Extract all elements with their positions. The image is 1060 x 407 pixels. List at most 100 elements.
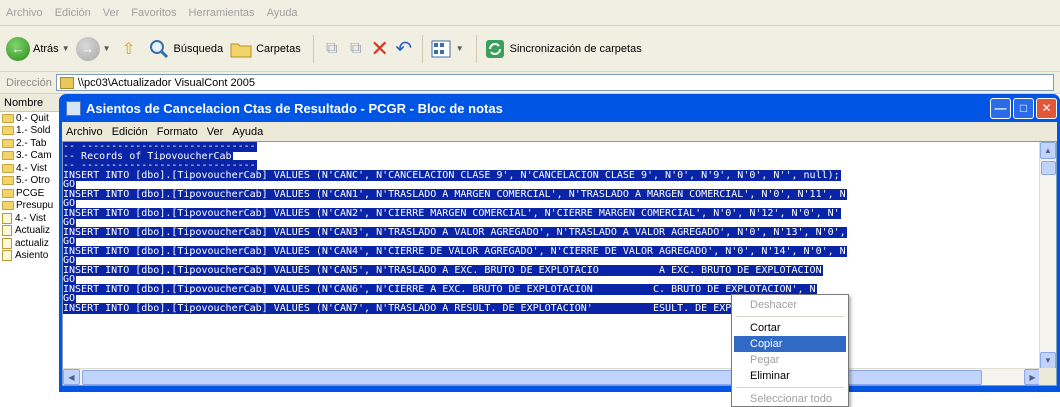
file-item[interactable]: 4.- Vist <box>0 162 60 175</box>
file-name: actualiz <box>15 237 49 249</box>
chevron-down-icon[interactable]: ▼ <box>103 44 111 53</box>
close-button[interactable]: ✕ <box>1036 97 1057 119</box>
minimize-button[interactable]: — <box>990 97 1011 119</box>
file-item[interactable]: 0.- Quit <box>0 112 60 125</box>
menu-herramientas[interactable]: Herramientas <box>189 7 255 19</box>
folder-icon <box>2 138 14 148</box>
views-button[interactable]: ▼ <box>429 37 464 61</box>
move-to-icon[interactable]: ⧉ <box>320 37 344 61</box>
selected-text: INSERT INTO [dbo].[TipovoucherCab] VALUE… <box>63 188 847 200</box>
address-label: Dirección <box>6 76 52 89</box>
file-name: Actualiz <box>15 225 51 237</box>
selected-text: INSERT INTO [dbo].[TipovoucherCab] VALUE… <box>63 264 823 276</box>
search-button[interactable]: Búsqueda <box>147 37 223 61</box>
context-menu-item: Deshacer <box>750 299 798 311</box>
file-item[interactable]: 3.- Cam <box>0 150 60 163</box>
context-menu-item: Pegar <box>750 354 780 366</box>
np-menu-ver[interactable]: Ver <box>207 126 224 138</box>
file-item[interactable]: Presupu <box>0 200 60 213</box>
scroll-left-button[interactable]: ◀ <box>63 369 80 385</box>
sync-folders-button[interactable]: Sincronización de carpetas <box>483 37 642 61</box>
notepad-titlebar[interactable]: Asientos de Cancelacion Ctas de Resultad… <box>62 94 1057 122</box>
text-line: INSERT INTO [dbo].[TipovoucherCab] VALUE… <box>63 264 1041 276</box>
text-line: INSERT INTO [dbo].[TipovoucherCab] VALUE… <box>63 245 1041 257</box>
selected-text: INSERT INTO [dbo].[TipovoucherCab] VALUE… <box>63 245 847 257</box>
context-menu: Deshacer Cortar Copiar Pegar Eliminar Selecci… <box>731 294 849 407</box>
folder-icon <box>2 151 14 161</box>
folders-label: Carpetas <box>256 42 301 55</box>
selected-text: INSERT INTO [dbo].[TipovoucherCab] VALUE… <box>63 169 841 181</box>
maximize-button[interactable]: □ <box>1013 97 1034 119</box>
file-item[interactable]: 4.- Vist <box>0 212 60 225</box>
file-item[interactable]: Actualiz <box>0 225 60 238</box>
file-name: 1.- Sold <box>16 125 51 137</box>
toolbar-separator <box>421 34 423 63</box>
notepad-menubar: Archivo Edición Formato Ver Ayuda <box>62 122 1057 141</box>
file-name: 0.- Quit <box>16 112 49 124</box>
scroll-up-button[interactable]: ▲ <box>1040 142 1056 159</box>
np-menu-edicion[interactable]: Edición <box>112 126 148 138</box>
file-item[interactable]: 5.- Otro <box>0 175 60 188</box>
text-line: INSERT INTO [dbo].[TipovoucherCab] VALUE… <box>63 302 1041 314</box>
selected-text: INSERT INTO [dbo].[TipovoucherCab] VALUE… <box>63 302 817 314</box>
text-line: INSERT INTO [dbo].[TipovoucherCab] VALUE… <box>63 283 1041 295</box>
menu-archivo[interactable]: Archivo <box>6 7 43 19</box>
file-name: PCGE <box>16 187 45 199</box>
selected-text: INSERT INTO [dbo].[TipovoucherCab] VALUE… <box>63 283 817 295</box>
explorer-toolbar: ← Atrás ▼ → ▼ ⇧ Búsqueda Carpetas ⧉ ⧉ ✕ … <box>0 26 1060 72</box>
context-menu-item[interactable]: Copiar <box>734 336 846 352</box>
menu-favoritos[interactable]: Favoritos <box>131 7 176 19</box>
address-bar: Dirección \\pc03\Actualizador VisualCont… <box>0 72 1060 94</box>
database-icon <box>2 212 12 224</box>
window-title: Asientos de Cancelacion Ctas de Resultad… <box>86 100 503 116</box>
document-icon <box>2 237 12 249</box>
np-menu-archivo[interactable]: Archivo <box>66 126 103 138</box>
text-line: INSERT INTO [dbo].[TipovoucherCab] VALUE… <box>63 188 1041 200</box>
scrollbar-corner <box>1039 368 1056 385</box>
back-button[interactable]: ← Atrás ▼ <box>6 36 70 61</box>
file-item[interactable]: 1.- Sold <box>0 125 60 138</box>
text-content[interactable]: -- ----------------------------- -- Recor… <box>63 142 1041 369</box>
scroll-down-button[interactable]: ▼ <box>1040 352 1056 369</box>
menu-ayuda[interactable]: Ayuda <box>267 7 298 19</box>
file-item[interactable]: 2.- Tab <box>0 137 60 150</box>
file-rows: 0.- Quit 1.- Sold 2.- Tab 3.- Cam 4.- Vist 5.… <box>0 112 60 262</box>
forward-arrow-icon: → <box>75 36 100 61</box>
address-input[interactable]: \\pc03\Actualizador VisualCont 2005 <box>55 74 1054 91</box>
folders-button[interactable]: Carpetas <box>229 37 301 61</box>
undo-icon[interactable]: ↶ <box>392 37 416 61</box>
forward-button[interactable]: → ▼ <box>75 36 111 61</box>
np-menu-formato[interactable]: Formato <box>157 126 198 138</box>
file-item[interactable]: actualiz <box>0 237 60 250</box>
search-icon <box>147 37 171 61</box>
context-menu-item[interactable]: Eliminar <box>734 368 846 384</box>
file-name: 5.- Otro <box>16 175 50 187</box>
menu-separator <box>736 316 844 317</box>
np-menu-ayuda[interactable]: Ayuda <box>232 126 263 138</box>
file-name: 2.- Tab <box>16 137 47 149</box>
context-menu-item[interactable]: Cortar <box>734 320 846 336</box>
toolbar-separator <box>312 34 314 63</box>
delete-icon[interactable]: ✕ <box>368 36 392 61</box>
folder-icon <box>2 163 14 173</box>
file-name: 4.- Vist <box>15 212 46 224</box>
vertical-scrollbar[interactable]: ▲ ▼ <box>1039 142 1056 369</box>
name-column-header[interactable]: Nombre <box>0 94 60 112</box>
notepad-edit-area[interactable]: -- ----------------------------- -- Recor… <box>62 141 1057 386</box>
horizontal-scrollbar[interactable]: ◀ ▶ <box>63 368 1041 385</box>
copy-to-icon[interactable]: ⧉ <box>344 37 368 61</box>
menu-ver[interactable]: Ver <box>103 7 120 19</box>
chevron-down-icon[interactable]: ▼ <box>62 44 70 53</box>
folder-icon <box>2 176 14 186</box>
menu-edicion[interactable]: Edición <box>55 7 91 19</box>
selected-text: INSERT INTO [dbo].[TipovoucherCab] VALUE… <box>63 226 847 238</box>
chevron-down-icon[interactable]: ▼ <box>456 44 464 53</box>
file-item[interactable]: Asiento <box>0 250 60 263</box>
menu-separator <box>736 387 844 388</box>
file-item[interactable]: PCGE <box>0 187 60 200</box>
up-folder-button[interactable]: ⇧ <box>117 37 141 61</box>
views-icon <box>429 37 453 61</box>
text-line: INSERT INTO [dbo].[TipovoucherCab] VALUE… <box>63 207 1041 219</box>
vertical-scroll-thumb[interactable] <box>1041 161 1056 175</box>
back-arrow-icon: ← <box>6 36 30 61</box>
